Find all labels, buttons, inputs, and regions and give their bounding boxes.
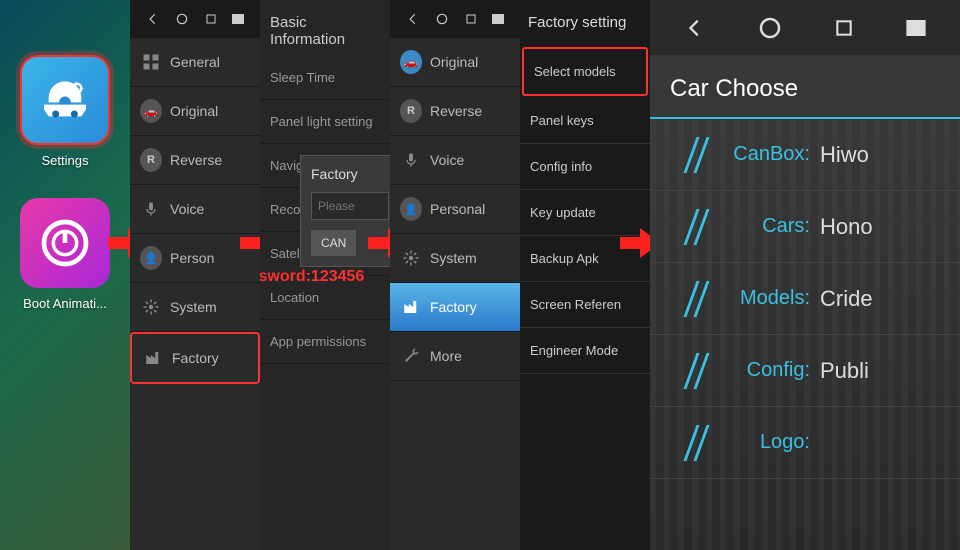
config-value: Publi bbox=[820, 358, 869, 384]
sidebar-item-original[interactable]: 🚗Original bbox=[390, 38, 520, 87]
sidebar-item-personal[interactable]: 👤Personal bbox=[390, 185, 520, 234]
back-icon[interactable] bbox=[406, 12, 420, 26]
recent-icon[interactable] bbox=[465, 13, 477, 25]
boot-app-label: Boot Animati... bbox=[0, 296, 130, 311]
gear-icon bbox=[400, 247, 422, 269]
arrow-icon bbox=[368, 228, 390, 258]
factory-icon bbox=[142, 347, 164, 369]
person-icon: 👤 bbox=[400, 198, 422, 220]
slash-icon bbox=[690, 425, 708, 461]
arrow-icon bbox=[240, 228, 260, 258]
car-choose-row-models[interactable]: Models: Cride bbox=[650, 263, 960, 335]
arrow-icon bbox=[108, 228, 130, 258]
gear-icon bbox=[140, 296, 162, 318]
factory-settings-panel: Factory setting Select models Panel keys… bbox=[520, 0, 650, 550]
sidebar-item-factory[interactable]: Factory bbox=[390, 283, 520, 332]
factory-icon bbox=[400, 296, 422, 318]
mic-icon bbox=[400, 149, 422, 171]
password-input[interactable] bbox=[311, 192, 389, 220]
wrench-icon bbox=[400, 345, 422, 367]
recent-icon[interactable] bbox=[834, 18, 854, 38]
info-panel-light[interactable]: Panel light setting bbox=[260, 100, 390, 144]
sidebar-item-factory[interactable]: Factory bbox=[130, 332, 260, 384]
status-bar bbox=[130, 0, 260, 38]
sidebar-item-reverse[interactable]: RReverse bbox=[130, 136, 260, 185]
popup-cancel-button[interactable]: CAN bbox=[311, 230, 356, 256]
car-choose-row-canbox[interactable]: CanBox: Hiwo bbox=[650, 119, 960, 191]
arrow-icon bbox=[620, 228, 650, 258]
settings-app-icon[interactable] bbox=[20, 55, 110, 145]
fs-item-engineer-mode[interactable]: Engineer Mode bbox=[520, 328, 650, 374]
picture-icon bbox=[492, 14, 504, 24]
canbox-label: CanBox: bbox=[650, 143, 820, 166]
slash-icon bbox=[690, 137, 708, 173]
car-choose-title: Car Choose bbox=[650, 55, 960, 119]
settings-sidebar-2: 🚗Original RReverse Voice 👤Personal Syste… bbox=[390, 0, 520, 550]
car-choose-row-logo[interactable]: Logo: bbox=[650, 407, 960, 479]
info-app-permissions[interactable]: App permissions bbox=[260, 320, 390, 364]
models-label: Models: bbox=[650, 287, 820, 310]
popup-title: Factory bbox=[311, 166, 389, 182]
sidebar-item-voice[interactable]: Voice bbox=[390, 136, 520, 185]
car-choose-row-cars[interactable]: Cars: Hono bbox=[650, 191, 960, 263]
settings-sidebar-1: General 🚗Original RReverse Voice 👤Person… bbox=[130, 0, 260, 550]
fs-item-screen-reference[interactable]: Screen Referen bbox=[520, 282, 650, 328]
car-choose-panel: Car Choose CanBox: Hiwo Cars: Hono Model… bbox=[650, 0, 960, 550]
home-icon[interactable] bbox=[435, 12, 449, 26]
basic-info-panel: Basic Information Sleep Time Panel light… bbox=[260, 0, 390, 550]
picture-icon bbox=[906, 20, 926, 36]
section-title: Basic Information bbox=[260, 0, 390, 56]
home-icon[interactable] bbox=[758, 16, 782, 40]
config-label: Config: bbox=[650, 359, 820, 382]
launcher-panel: Settings Boot Animati... bbox=[0, 0, 130, 550]
car-icon: 🚗 bbox=[140, 100, 162, 122]
home-icon[interactable] bbox=[175, 12, 189, 26]
car-icon: 🚗 bbox=[400, 51, 422, 73]
sidebar-item-general[interactable]: General bbox=[130, 38, 260, 87]
factory-settings-title: Factory setting bbox=[520, 0, 650, 45]
status-bar bbox=[390, 0, 520, 38]
car-choose-row-config[interactable]: Config: Publi bbox=[650, 335, 960, 407]
sidebar-item-more[interactable]: More bbox=[390, 332, 520, 381]
sidebar-item-reverse[interactable]: RReverse bbox=[390, 87, 520, 136]
slash-icon bbox=[690, 353, 708, 389]
mic-icon bbox=[140, 198, 162, 220]
recent-icon[interactable] bbox=[205, 13, 217, 25]
password-hint-label: Password:123456 bbox=[260, 268, 364, 286]
fs-item-select-models[interactable]: Select models bbox=[522, 47, 648, 96]
fs-item-config-info[interactable]: Config info bbox=[520, 144, 650, 190]
grid-icon bbox=[140, 51, 162, 73]
boot-animation-app-icon[interactable] bbox=[20, 198, 110, 288]
sidebar-item-voice[interactable]: Voice bbox=[130, 185, 260, 234]
slash-icon bbox=[690, 281, 708, 317]
cars-label: Cars: bbox=[650, 215, 820, 238]
cars-value: Hono bbox=[820, 214, 873, 240]
sidebar-item-system[interactable]: System bbox=[390, 234, 520, 283]
person-icon: 👤 bbox=[140, 247, 162, 269]
back-icon[interactable] bbox=[684, 17, 706, 39]
sidebar-item-system[interactable]: System bbox=[130, 283, 260, 332]
slash-icon bbox=[690, 209, 708, 245]
sidebar-item-original[interactable]: 🚗Original bbox=[130, 87, 260, 136]
info-sleep-time[interactable]: Sleep Time bbox=[260, 56, 390, 100]
back-icon[interactable] bbox=[146, 12, 160, 26]
settings-app-label: Settings bbox=[0, 153, 130, 168]
fs-item-panel-keys[interactable]: Panel keys bbox=[520, 98, 650, 144]
reverse-icon: R bbox=[140, 149, 162, 171]
models-value: Cride bbox=[820, 286, 873, 312]
canbox-value: Hiwo bbox=[820, 142, 869, 168]
picture-icon bbox=[232, 14, 244, 24]
reverse-icon: R bbox=[400, 100, 422, 122]
status-bar bbox=[650, 0, 960, 55]
logo-label: Logo: bbox=[650, 431, 820, 454]
